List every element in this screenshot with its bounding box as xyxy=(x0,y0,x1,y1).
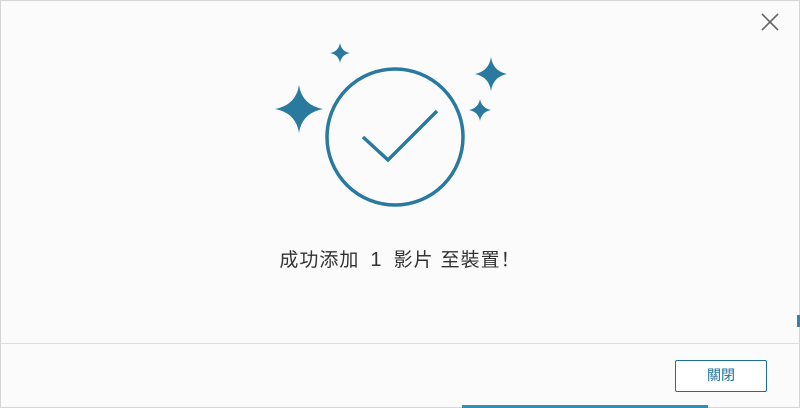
sparkle-icon xyxy=(330,43,350,63)
close-icon-button[interactable] xyxy=(757,9,783,35)
close-icon xyxy=(761,13,779,31)
success-illustration xyxy=(265,37,515,217)
message-suffix: 至裝置！ xyxy=(440,249,521,271)
success-dialog: 成功添加 1 影片 至裝置！ 關閉 xyxy=(0,0,800,408)
sparkle-icon xyxy=(469,99,491,121)
message-middle: 影片 xyxy=(393,249,434,271)
sparkle-icon xyxy=(275,85,323,133)
footer-divider xyxy=(1,343,799,344)
sparkle-icon xyxy=(475,57,507,91)
video-count: 1 xyxy=(370,249,383,271)
close-button[interactable]: 關閉 xyxy=(675,360,767,392)
message-prefix: 成功添加 xyxy=(279,249,360,271)
success-message: 成功添加 1 影片 至裝置！ xyxy=(1,245,799,272)
success-check-icon xyxy=(325,67,465,207)
